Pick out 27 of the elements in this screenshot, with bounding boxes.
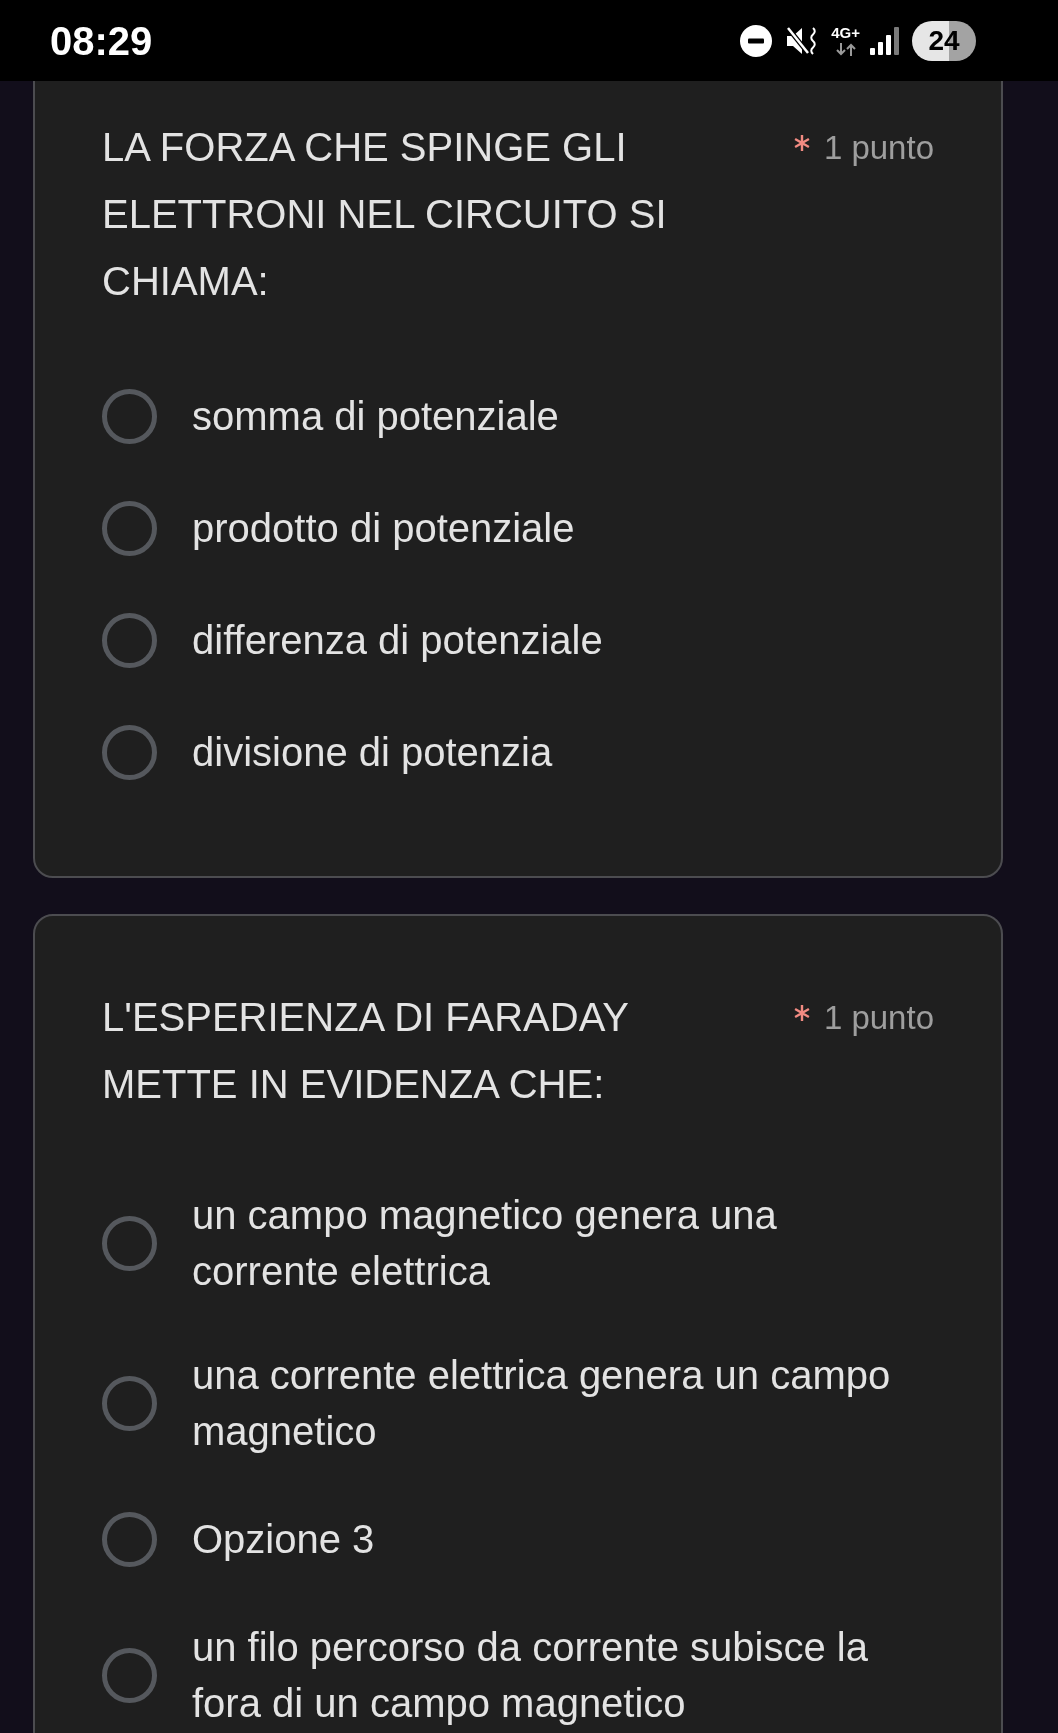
muted-speaker-icon [786,25,819,56]
option-label: una corrente elettrica genera un campo magnetico [192,1352,892,1455]
option-label: Opzione 3 [192,1516,376,1563]
option-label: un campo magnetico genera una corrente elettrica [192,1192,778,1295]
radio-button[interactable] [102,388,157,444]
option-label: divisione di potenzia [192,729,554,776]
network-type-label: 4G+ [831,25,860,40]
points-label: 1 punto [823,1001,934,1034]
option-label: un filo percorso da corrente subisce la fora di un campo magnetico [192,1624,869,1727]
radio-button[interactable] [102,1215,157,1271]
option-label: differenza di potenziale [192,617,604,664]
data-arrows-icon [834,43,857,56]
radio-button[interactable] [102,612,157,668]
do-not-disturb-icon [740,24,773,57]
option-label: prodotto di potenziale [192,505,576,552]
option-label: somma di potenziale [192,393,560,440]
radio-button[interactable] [102,1511,157,1567]
clock-time: 08:29 [50,20,153,61]
question-title: L'ESPERIENZA DI FARADAY METTE IN EVIDENZA CHE: [102,994,630,1108]
radio-button[interactable] [102,1375,157,1431]
radio-button[interactable] [102,500,157,556]
points-label: 1 punto [823,131,934,164]
radio-button[interactable] [102,724,157,780]
signal-bars-icon [870,26,899,55]
battery-indicator: 24 [912,20,976,61]
question-title: LA FORZA CHE SPINGE GLI ELETTRONI NEL CIRCUITO SI CHIAMA: [102,124,668,305]
radio-button[interactable] [102,1647,157,1703]
